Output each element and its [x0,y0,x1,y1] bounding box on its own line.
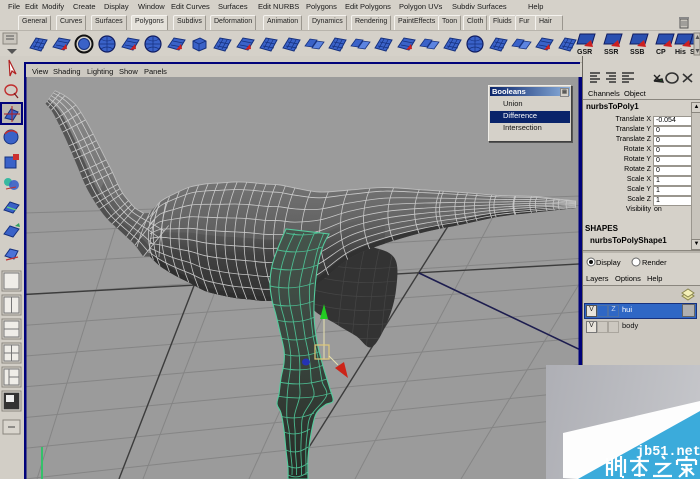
svg-text:SSB: SSB [630,49,644,56]
svg-text:His: His [675,49,686,56]
svg-text:GSR: GSR [577,49,592,56]
svg-text:CP: CP [656,49,666,56]
svg-text:SSR: SSR [604,49,618,56]
svg-text:jb51.net: jb51.net [636,445,700,460]
